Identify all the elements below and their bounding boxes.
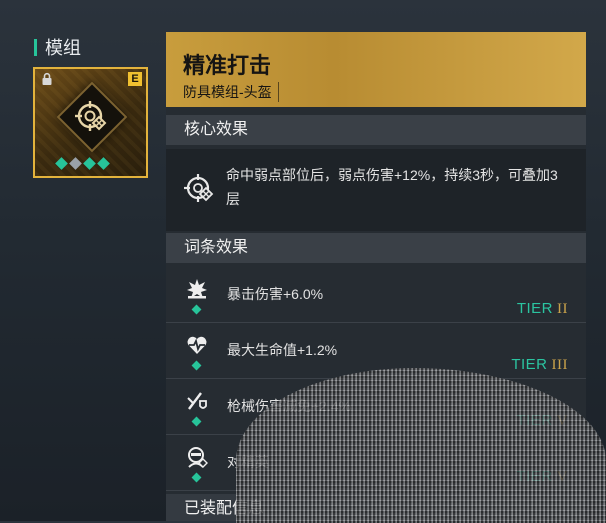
mod-header: 精准打击 防具模组-头盔 [166,32,586,107]
slot-indicator [83,157,96,170]
affix-text: 暴击伤害+6.0% [227,286,324,302]
crosshair-target-icon [184,174,214,202]
rarity-badge: E [128,72,142,86]
affix-text: 最大生命值+1.2% [227,342,338,358]
affix-slot-indicator [191,416,202,427]
affix-tier: TIER V [516,412,568,429]
mod-card[interactable]: E [33,67,148,178]
slot-indicator [55,157,68,170]
affix-row[interactable]: 枪械伤害减免+2.4% TIER V [166,379,586,435]
core-effect-text: 命中弱点部位后，弱点伤害+12%，持续3秒，可叠加3层 [226,167,558,207]
heart-pulse-icon [187,336,207,354]
affix-text: 对精英 [227,454,269,470]
lock-icon [42,72,52,85]
affix-row[interactable]: 对精英 TIER V [166,435,586,491]
slot-indicator [97,157,110,170]
affix-slot-indicator [191,304,202,315]
mod-slot-indicators [55,157,110,170]
core-effect-heading: 核心效果 [166,115,586,145]
affix-heading: 词条效果 [166,233,586,263]
affix-slot-indicator [191,360,202,371]
mod-emblem [56,81,128,153]
affix-row[interactable]: 最大生命值+1.2% TIER III [166,323,586,379]
burst-icon [187,279,207,299]
affix-list: 暴击伤害+6.0% TIER II 最大生命值+1.2% TIER III 枪械伤害… [166,267,586,491]
equip-info-heading: 已装配信息 [166,494,586,521]
core-effect-box: 命中弱点部位后，弱点伤害+12%，持续3秒，可叠加3层 [166,149,586,231]
section-title-mods: 模组 [34,36,81,58]
accent-bar [34,38,37,56]
mod-detail-panel: 精准打击 防具模组-头盔 核心效果 命中弱点部位后，弱点伤害+12%，持续3秒，… [166,32,586,521]
affix-tier: TIER III [511,356,568,373]
gun-shield-icon [187,392,207,410]
affix-tier: TIER II [516,300,568,317]
affix-tier: TIER V [516,468,568,485]
slot-indicator [69,157,82,170]
mod-title: 精准打击 [183,53,272,78]
affix-row[interactable]: 暴击伤害+6.0% TIER II [166,267,586,323]
enemy-head-icon [188,447,208,468]
crosshair-target-icon [75,101,107,131]
mod-subtitle: 防具模组-头盔 [183,82,279,102]
affix-text: 枪械伤害减免+2.4% [227,398,352,414]
section-title-text: 模组 [45,38,81,58]
affix-slot-indicator [191,472,202,483]
